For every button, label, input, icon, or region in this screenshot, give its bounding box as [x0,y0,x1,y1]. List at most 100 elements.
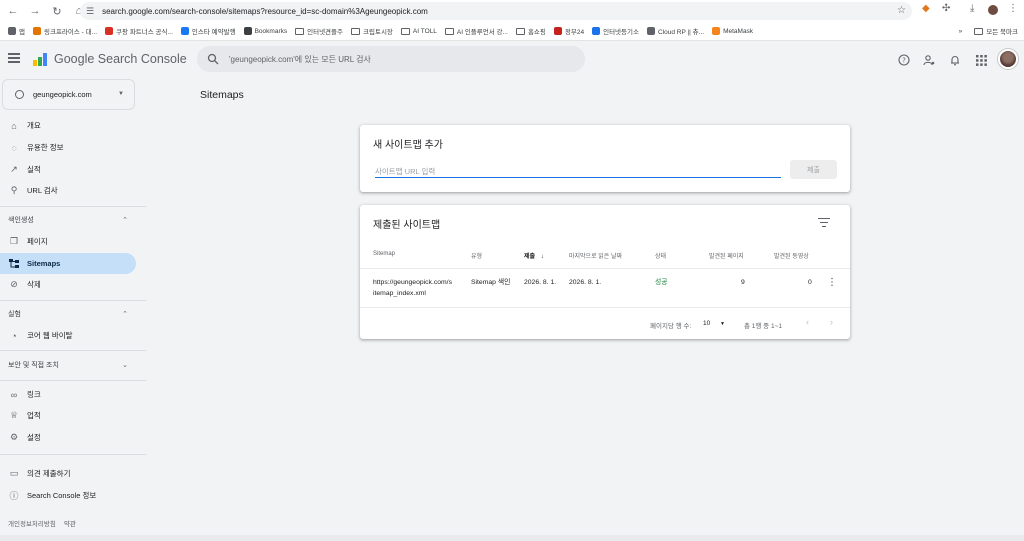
filter-icon[interactable] [818,218,830,228]
trophy-icon: ♕ [9,410,19,420]
col-header-sitemap[interactable]: Sitemap [373,251,395,257]
sidebar-item-pages[interactable]: ❐ 페이지 [0,231,136,252]
reload-icon[interactable]: ↻ [48,2,66,20]
folder-icon [515,27,525,35]
sidebar-item-label: 의견 제출하기 [27,469,71,478]
bookmark-item[interactable]: 인터넷등기소 [592,26,639,36]
url-inspect-search[interactable]: 'geungeopick.com'에 있는 모든 URL 검사 [197,46,585,72]
manage-users-icon[interactable] [922,53,936,67]
page-title: Sitemaps [200,89,244,101]
bookmark-item[interactable]: 홈쇼핑 [515,26,546,36]
table-divider [360,307,850,308]
bookmark-item[interactable]: AI TOLL [400,27,437,35]
bookmark-favicon-icon [180,27,189,35]
bookmark-favicon-icon [8,27,16,35]
col-header-status[interactable]: 상태 [655,251,666,260]
download-icon[interactable]: ⤓ [970,3,974,14]
menu-dots-icon[interactable]: ⋮ [1008,3,1018,14]
address-bar[interactable]: ☰ search.google.com/search-console/sitem… [80,2,912,20]
metamask-extension-icon[interactable]: ◆ [922,3,930,14]
bookmark-favicon-icon [592,27,601,35]
sidebar-item-links[interactable]: ∞ 링크 [0,384,136,405]
forward-icon[interactable]: → [26,2,44,20]
chevron-up-icon: ⌃ [122,217,128,224]
bookmark-item[interactable]: 링크프라이스 - 대... [32,26,97,36]
sidebar-item-about[interactable]: ⓘ Search Console 정보 [0,485,136,506]
sidebar-item-core-web-vitals[interactable]: ◔ 코어 웹 바이탈 [0,325,136,346]
apps-grid-icon[interactable] [974,53,988,67]
bookmark-item[interactable]: Bookmarks [243,27,287,35]
sidebar-item-insights[interactable]: ◌ 유용한 정보 [0,137,136,158]
extensions-puzzle-icon[interactable]: ✣ [942,3,950,14]
sidebar-item-url-inspection[interactable]: ⚲ URL 검사 [0,180,136,201]
bookmark-item[interactable]: AI 인플루언서 강... [444,26,508,36]
col-header-type[interactable]: 유형 [471,251,482,260]
col-header-discovered-pages[interactable]: 발견된 페이지 [709,251,744,260]
more-bookmarks-chevron[interactable]: » [959,28,963,35]
bookmark-label: 크립토시장 [363,29,393,36]
folder-icon [351,27,360,35]
bookmark-item[interactable]: MetaMask [712,27,753,35]
property-name: geungeopick.com [33,90,92,99]
bookmark-label: 정부24 [564,29,585,36]
back-icon[interactable]: ← [4,2,22,20]
sidebar-item-removals[interactable]: ⊘ 삭제 [0,274,136,295]
site-info-icon[interactable]: ☰ [86,6,94,17]
cell-status: 성공 [655,279,668,286]
removal-icon: ⊘ [10,279,18,289]
section-experience[interactable]: 실험 ⌃ [0,305,136,323]
sidebar-item-label: 링크 [27,390,41,399]
col-header-submitted[interactable]: 제출 ↓ [524,251,544,260]
hamburger-menu-icon[interactable] [8,53,20,63]
bookmarks-right: » 모든 북마크 [959,22,1018,40]
pages-icon: ❐ [9,236,19,246]
section-security[interactable]: 보안 및 직접 조치 ⌄ [0,356,136,374]
bookmark-item[interactable]: 쿠팡 파트너스 공식... [105,26,173,36]
col-header-last-read[interactable]: 마지막으로 읽은 날짜 [569,251,622,260]
bookmark-favicon-icon [646,27,655,35]
search-icon [207,53,219,65]
prev-page-chevron-icon[interactable]: ‹ [806,317,809,327]
sidebar-item-achievements[interactable]: ♕ 업적 [0,405,136,426]
sort-arrow-down-icon: ↓ [540,254,544,260]
bookmark-favicon-icon [553,27,562,35]
property-selector[interactable]: geungeopick.com ▼ [2,79,135,110]
bookmark-item[interactable]: 크립토시장 [351,26,393,36]
bookmark-item[interactable]: 앱 [8,26,25,36]
info-icon: ⓘ [9,491,19,501]
help-icon[interactable]: ? [897,53,911,67]
submitted-sitemaps-card: 제출된 사이트맵 Sitemap 유형 제출 ↓ 마지막으로 읽은 날짜 상태 … [360,205,850,339]
sidebar-item-label: 실적 [27,165,41,174]
gear-icon: ⚙ [9,432,19,442]
all-bookmarks-folder[interactable]: 모든 북마크 [974,26,1018,36]
account-avatar[interactable] [998,49,1018,69]
terms-link[interactable]: 약관 [64,518,76,528]
sidebar-item-settings[interactable]: ⚙ 설정 [0,427,136,448]
submit-sitemap-button[interactable]: 제출 [790,160,837,179]
bookmark-item[interactable]: Cloud RP || 츄... [646,26,704,36]
section-indexing[interactable]: 색인생성 ⌃ [0,211,136,229]
app-brand[interactable]: Google Search Console [54,52,187,66]
rows-per-page-select[interactable]: 10 ▼ [703,320,725,327]
bookmark-favicon-icon [32,27,41,35]
next-page-chevron-icon[interactable]: › [830,317,833,327]
sidebar-item-overview[interactable]: ⌂ 개요 [0,115,136,136]
sitemap-url-input[interactable] [375,165,781,178]
rows-per-page-label: 페이지당 행 수: [650,323,692,330]
sidebar-item-label: 페이지 [27,237,48,246]
profile-icon[interactable] [988,5,998,15]
privacy-policy-link[interactable]: 개인정보처리방침 [8,518,56,528]
sidebar-item-sitemaps[interactable]: Sitemaps [0,253,136,274]
notifications-bell-icon[interactable] [948,53,962,67]
bookmark-item[interactable]: 정부24 [553,26,585,36]
bookmark-star-icon[interactable]: ☆ [897,5,906,16]
bookmark-item[interactable]: 인터넷견플주 [295,26,343,36]
sidebar-item-feedback[interactable]: ▭ 의견 제출하기 [0,463,136,484]
col-header-discovered-videos[interactable]: 발견된 동영상 [774,251,809,260]
chevron-up-icon: ⌃ [122,311,128,318]
bookmark-item[interactable]: 인스타 예약발행 [180,26,236,36]
row-more-options-icon[interactable]: ⋮ [827,277,837,288]
sidebar-item-performance[interactable]: ↗ 실적 [0,159,136,180]
sidebar-item-label: 업적 [27,411,41,420]
sidebar-item-label: Sitemaps [27,259,61,268]
